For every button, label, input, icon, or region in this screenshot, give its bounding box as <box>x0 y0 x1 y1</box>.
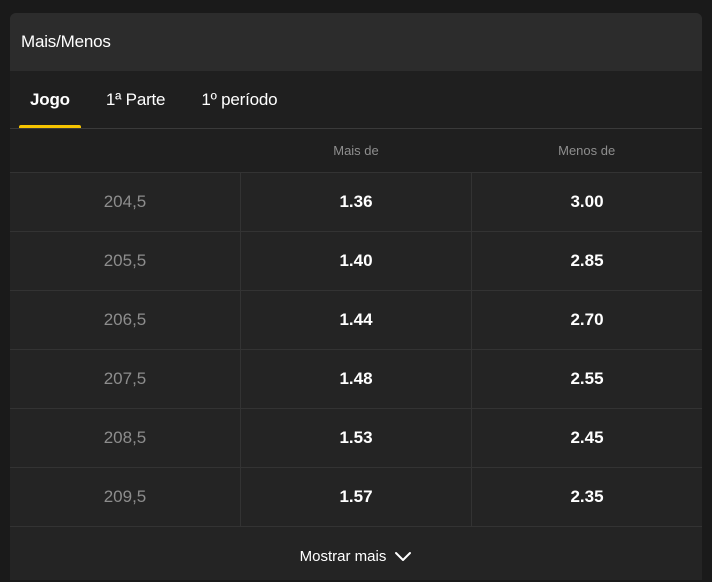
panel-header: Mais/Menos <box>10 13 702 71</box>
over-odds-button[interactable]: 1.48 <box>241 350 472 408</box>
table-row: 206,5 1.44 2.70 <box>10 291 702 350</box>
tab-1a-parte[interactable]: 1ª Parte <box>95 71 177 128</box>
under-odds-button[interactable]: 2.85 <box>472 232 702 290</box>
line-value: 208,5 <box>10 409 241 467</box>
over-odds-button[interactable]: 1.36 <box>241 173 472 231</box>
tab-1o-periodo[interactable]: 1º período <box>190 71 288 128</box>
tab-label: 1º período <box>201 89 278 109</box>
show-more-label: Mostrar mais <box>299 547 387 565</box>
table-row: 208,5 1.53 2.45 <box>10 409 702 468</box>
tab-label: Jogo <box>30 89 70 109</box>
under-odds-button[interactable]: 3.00 <box>472 173 702 231</box>
over-odds-button[interactable]: 1.44 <box>241 291 472 349</box>
line-value: 204,5 <box>10 173 241 231</box>
tab-jogo[interactable]: Jogo <box>19 71 81 128</box>
under-odds-button[interactable]: 2.70 <box>472 291 702 349</box>
line-value: 209,5 <box>10 468 241 526</box>
under-odds-button[interactable]: 2.55 <box>472 350 702 408</box>
panel-title: Mais/Menos <box>21 32 111 51</box>
period-tabs: Jogo 1ª Parte 1º período <box>10 71 702 129</box>
line-value: 207,5 <box>10 350 241 408</box>
over-odds-button[interactable]: 1.53 <box>241 409 472 467</box>
table-header: Mais de Menos de <box>10 129 702 173</box>
line-value: 206,5 <box>10 291 241 349</box>
odds-table: Mais de Menos de 204,5 1.36 3.00 205,5 1… <box>10 129 702 527</box>
over-odds-button[interactable]: 1.57 <box>241 468 472 526</box>
tab-label: 1ª Parte <box>105 89 166 109</box>
under-odds-button[interactable]: 2.45 <box>472 409 702 467</box>
table-row: 207,5 1.48 2.55 <box>10 350 702 409</box>
show-more-button[interactable]: Mostrar mais <box>10 527 702 580</box>
table-row: 209,5 1.57 2.35 <box>10 468 702 527</box>
chevron-down-icon <box>395 552 412 561</box>
table-row: 205,5 1.40 2.85 <box>10 232 702 291</box>
over-odds-button[interactable]: 1.40 <box>241 232 472 290</box>
under-odds-button[interactable]: 2.35 <box>472 468 702 526</box>
over-under-market-panel: Mais/Menos Jogo 1ª Parte 1º período Mais… <box>10 13 702 580</box>
column-header-under: Menos de <box>558 143 616 158</box>
table-row: 204,5 1.36 3.00 <box>10 173 702 232</box>
line-value: 205,5 <box>10 232 241 290</box>
column-header-over: Mais de <box>333 143 379 158</box>
